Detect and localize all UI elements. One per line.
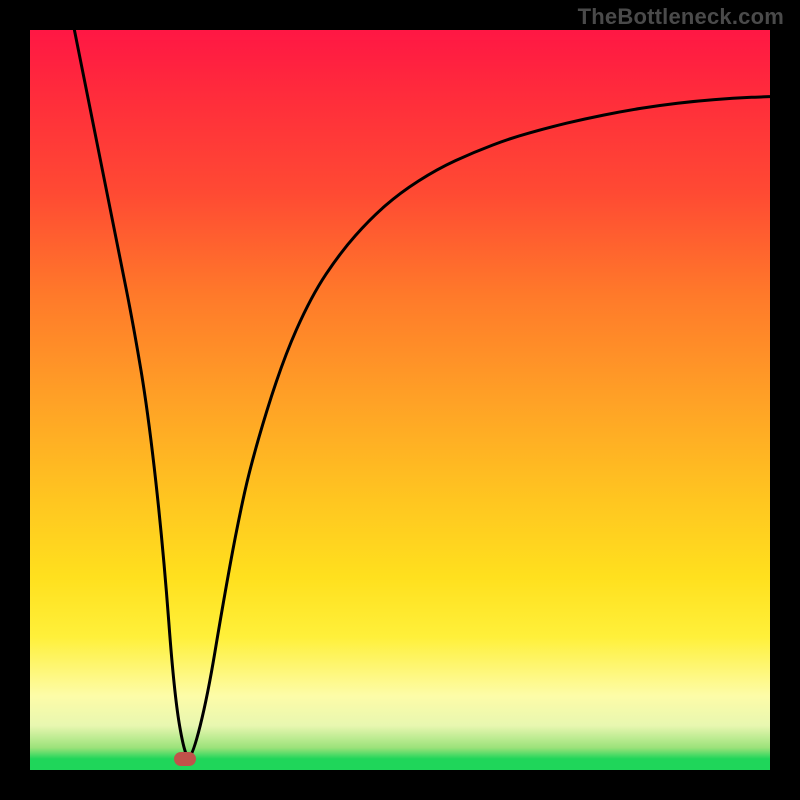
curve-svg <box>30 30 770 770</box>
watermark-text: TheBottleneck.com <box>578 4 784 30</box>
chart-frame: TheBottleneck.com <box>0 0 800 800</box>
bottleneck-curve <box>74 30 770 757</box>
optimal-point-marker <box>174 752 196 766</box>
